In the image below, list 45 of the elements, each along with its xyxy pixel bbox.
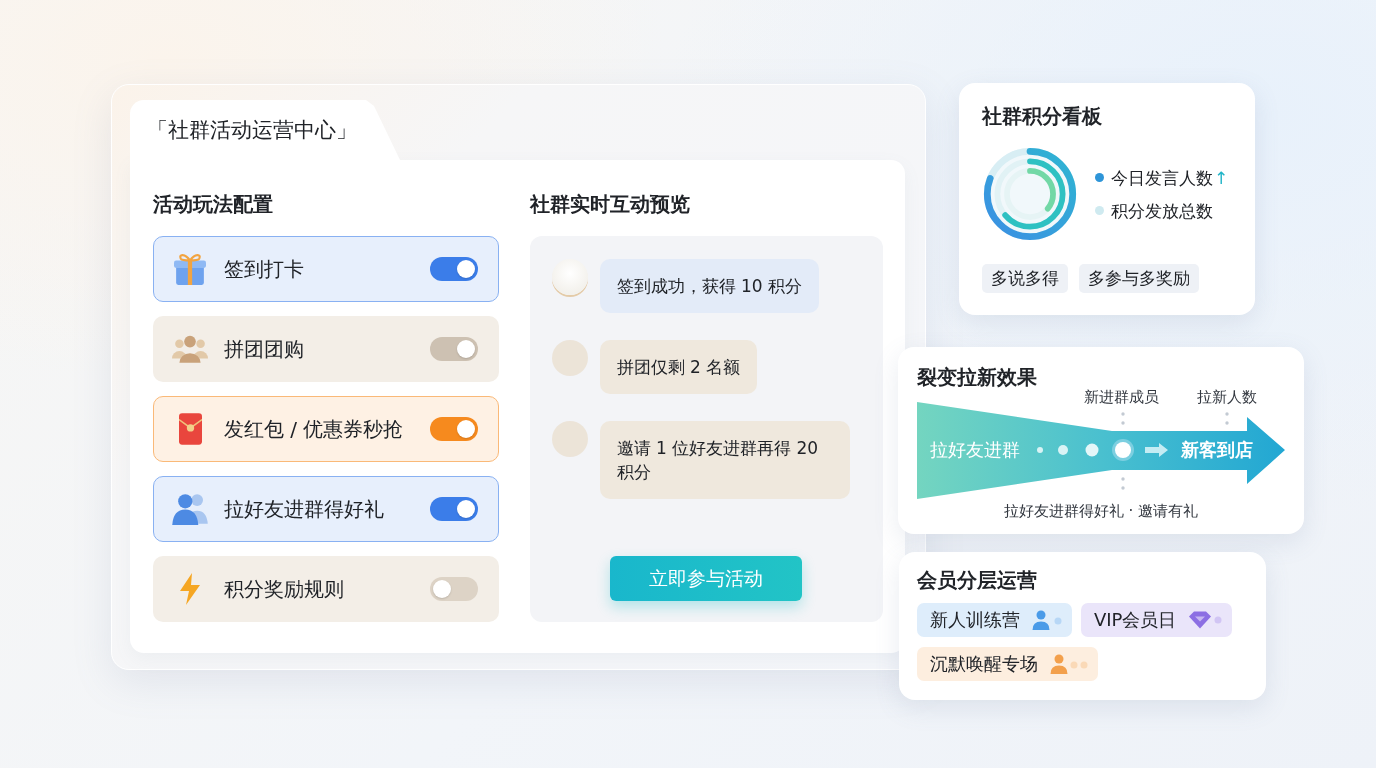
segment-label: VIP会员日 [1094, 608, 1177, 632]
card-title: 社群积分看板 [982, 103, 1102, 129]
toggle-switch[interactable] [429, 497, 478, 521]
tag: 多参与多奖励 [1079, 264, 1199, 293]
option-label: 积分奖励规则 [224, 576, 345, 602]
option-label: 拉好友进群得好礼 [224, 496, 385, 522]
people-group-icon [172, 333, 208, 365]
card-title: 裂变拉新效果 [917, 364, 1037, 390]
segment-label: 新人训练营 [930, 608, 1020, 632]
avatar [551, 259, 588, 295]
option-label: 签到打卡 [224, 256, 305, 282]
tag: 多说多得 [982, 264, 1068, 293]
gift-box-icon [174, 253, 206, 285]
dotted-line [1121, 412, 1125, 425]
chat-bubble: 拼团仅剩 2 名额 [599, 340, 758, 394]
chat-bubble: 签到成功，获得 10 积分 [599, 259, 819, 313]
section-heading: 活动玩法配置 [153, 192, 273, 216]
avatar [551, 340, 588, 376]
two-people-icon [172, 493, 208, 525]
chat-bubble: 邀请 1 位好友进群再得 20 积分 [599, 421, 850, 499]
option-label: 发红包 / 优惠券秒抢 [224, 416, 405, 442]
option-label: 拼团团购 [224, 336, 305, 362]
section-heading: 社群实时互动预览 [529, 192, 690, 216]
caption: 拉好友进群得好礼 · 邀请有礼 [1003, 502, 1199, 520]
join-activity-button[interactable]: 立即参与活动 [610, 556, 803, 601]
toggle-switch[interactable] [429, 257, 478, 281]
stage-label: 新进群成员 [1084, 388, 1159, 406]
legend-label: 今日发言人数 [1111, 166, 1213, 189]
toggle-switch[interactable] [429, 417, 478, 441]
dotted-line [1121, 477, 1125, 490]
funnel-start-label: 拉好友进群 [930, 439, 1020, 461]
funnel-end-label: 新客到店 [1181, 439, 1253, 461]
lightning-icon [180, 573, 200, 605]
progress-dots-icon [1037, 439, 1134, 461]
card-title: 会员分层运营 [917, 567, 1037, 593]
stage-label: 拉新人数 [1197, 388, 1257, 406]
arrow-icon [1145, 443, 1168, 457]
trend-arrow: ↑ [1214, 166, 1229, 189]
segment-label: 沉默唤醒专场 [930, 652, 1038, 676]
avatar [551, 421, 588, 457]
header-title: 「社群活动运营中心」 [130, 100, 400, 160]
toggle-switch[interactable] [429, 577, 478, 601]
envelope-icon [178, 413, 202, 445]
legend-label: 积分发放总数 [1111, 199, 1213, 222]
dotted-line [1225, 412, 1229, 425]
